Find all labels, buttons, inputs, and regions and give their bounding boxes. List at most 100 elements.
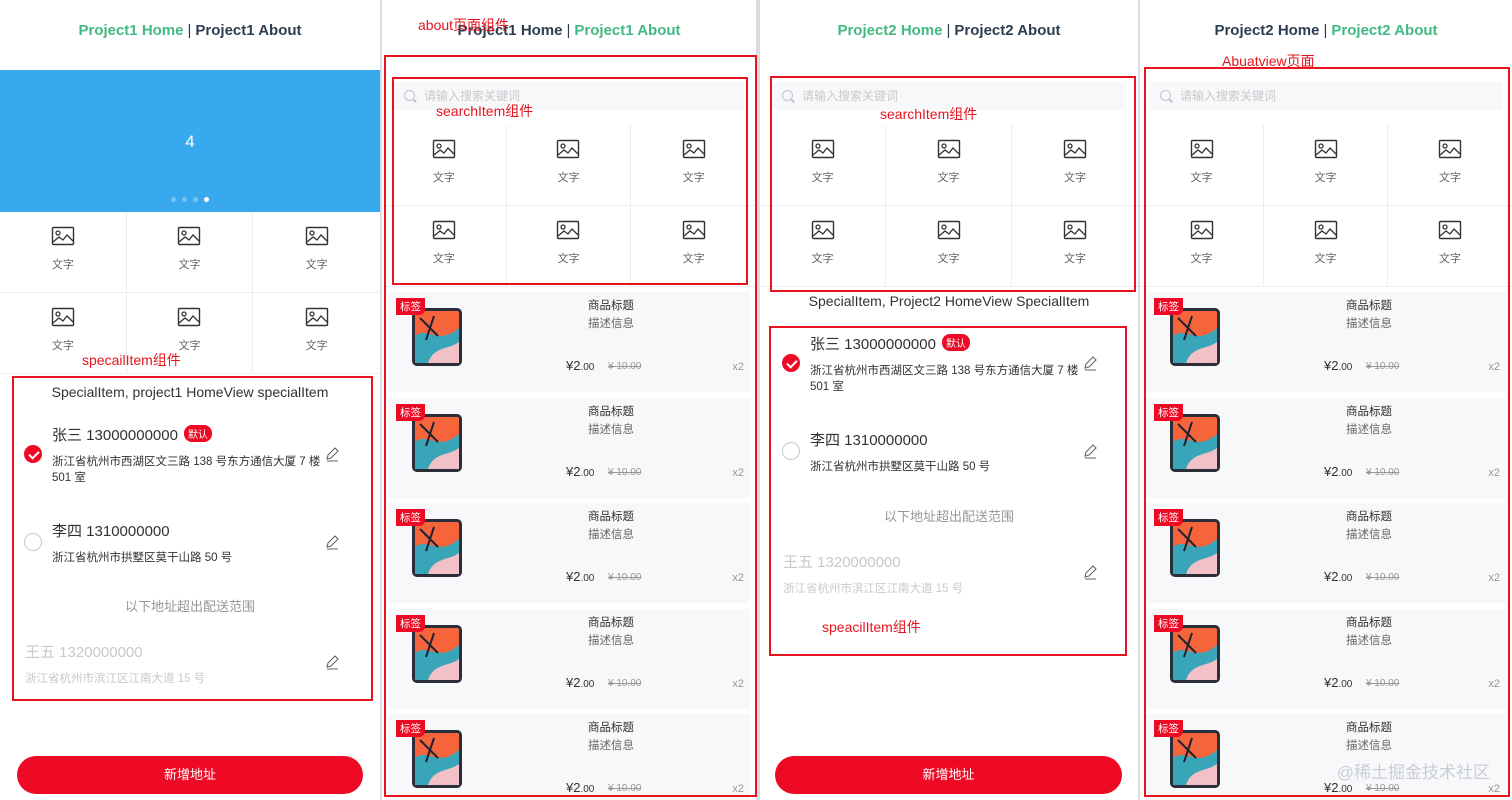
- goods-card[interactable]: 标签 商品标题 描述信息 ¥2.00 ¥ 10.00 x2: [1146, 397, 1506, 498]
- product-desc: 描述信息: [588, 529, 634, 541]
- grid-item[interactable]: 文字: [253, 212, 380, 293]
- grid-item[interactable]: 文字: [1264, 206, 1388, 287]
- goods-card[interactable]: 标签 商品标题 描述信息 ¥2.00 ¥ 10.00 x2: [388, 608, 750, 709]
- nav-separator: |: [946, 22, 951, 39]
- grid-item[interactable]: 文字: [886, 206, 1012, 287]
- goods-card[interactable]: 标签 商品标题 描述信息 ¥2.00 ¥ 10.00 x2: [1146, 608, 1506, 709]
- goods-card[interactable]: 标签 商品标题 描述信息 ¥2.00 ¥ 10.00 x2: [1146, 714, 1506, 800]
- goods-card[interactable]: 标签 商品标题 描述信息 ¥2.00 ¥ 10.00 x2: [388, 503, 750, 603]
- product-image: [408, 306, 466, 368]
- address-item[interactable]: 李四 1310000000 浙江省杭州市拱墅区莫干山路 50 号: [52, 520, 322, 566]
- product-quantity: x2: [732, 572, 744, 584]
- icon-grid: 文字 文字 文字 文字 文字 文字: [382, 125, 756, 287]
- grid-item[interactable]: 文字: [886, 125, 1012, 206]
- photo-icon: [1190, 220, 1214, 240]
- grid-item[interactable]: 文字: [506, 206, 632, 287]
- address-radio-checked[interactable]: [24, 445, 42, 463]
- edit-icon[interactable]: [1082, 355, 1098, 371]
- edit-icon[interactable]: [324, 534, 340, 550]
- address-detail: 浙江省杭州市滨江区江南大道 15 号: [25, 673, 206, 685]
- grid-item-label: 文字: [811, 172, 834, 184]
- swipe-indicator[interactable]: [182, 197, 187, 202]
- product-quantity: x2: [1488, 677, 1500, 690]
- address-radio[interactable]: [24, 533, 42, 551]
- grid-item[interactable]: 文字: [1388, 125, 1512, 206]
- photo-icon: [177, 226, 201, 246]
- edit-icon[interactable]: [324, 654, 340, 670]
- annotation-label: searchItem组件: [436, 103, 534, 119]
- add-address-button[interactable]: 新增地址: [775, 756, 1122, 794]
- nav-separator: |: [566, 22, 571, 39]
- goods-card[interactable]: 标签 商品标题 描述信息 ¥2.00 ¥ 10.00 x2: [1146, 292, 1506, 392]
- search-field[interactable]: 请输入搜索关键词: [1150, 82, 1502, 110]
- nav-home-link[interactable]: Project1 Home: [78, 22, 183, 39]
- edit-icon[interactable]: [1082, 564, 1098, 580]
- swipe-indicator[interactable]: [193, 197, 198, 202]
- address-contact: 王五 1320000000: [783, 554, 901, 571]
- address-detail: 浙江省杭州市拱墅区莫干山路 50 号: [810, 461, 991, 473]
- grid-item[interactable]: 文字: [253, 293, 380, 374]
- grid-item[interactable]: 文字: [382, 206, 507, 287]
- address-item[interactable]: 李四 1310000000 浙江省杭州市拱墅区莫干山路 50 号: [810, 429, 1080, 475]
- product-tag: 标签: [396, 298, 425, 315]
- address-detail: 浙江省杭州市滨江区江南大道 15 号: [783, 583, 964, 595]
- grid-item[interactable]: 文字: [0, 212, 127, 293]
- grid-item-label: 文字: [1064, 253, 1086, 265]
- grid-item[interactable]: 文字: [1012, 125, 1138, 206]
- grid-item[interactable]: 文字: [1012, 206, 1138, 287]
- swipe-indicator-active[interactable]: [204, 197, 209, 202]
- origin-price: ¥ 10.00: [1366, 677, 1400, 689]
- nav-home-link[interactable]: Project2 Home: [837, 22, 942, 39]
- product-image: [1166, 517, 1224, 579]
- goods-card[interactable]: 标签 商品标题 描述信息 ¥2.00 ¥ 10.00 x2: [388, 714, 750, 800]
- product-price: ¥2.00: [566, 358, 594, 373]
- add-address-button[interactable]: 新增地址: [17, 756, 363, 794]
- photo-icon: [432, 139, 456, 159]
- swipe-indicator[interactable]: [171, 197, 176, 202]
- edit-icon[interactable]: [324, 446, 340, 462]
- grid-item[interactable]: 文字: [631, 206, 756, 287]
- nav-home-link[interactable]: Project2 Home: [1214, 22, 1319, 39]
- grid-item[interactable]: 文字: [126, 212, 254, 293]
- address-radio-checked[interactable]: [782, 354, 800, 372]
- product-price: ¥2.00: [1324, 358, 1352, 373]
- goods-card[interactable]: 标签 商品标题 描述信息 ¥2.00 ¥ 10.00 x2: [388, 292, 750, 392]
- grid-item-label: 文字: [682, 253, 705, 265]
- goods-card[interactable]: 标签 商品标题 描述信息 ¥2.00 ¥ 10.00 x2: [388, 397, 750, 498]
- grid-item[interactable]: 文字: [760, 125, 886, 206]
- grid-item[interactable]: 文字: [382, 125, 507, 206]
- photo-icon: [1314, 139, 1338, 159]
- edit-icon[interactable]: [1082, 443, 1098, 459]
- address-detail: 浙江省杭州市拱墅区莫干山路 50 号: [52, 552, 233, 564]
- grid-item[interactable]: 文字: [760, 206, 886, 287]
- goods-card[interactable]: 标签 商品标题 描述信息 ¥2.00 ¥ 10.00 x2: [1146, 503, 1506, 603]
- origin-price: ¥ 10.00: [608, 572, 642, 583]
- address-radio[interactable]: [782, 442, 800, 460]
- address-item[interactable]: 张三 13000000000 默认 浙江省杭州市西湖区文三路 138 号东方通信大…: [52, 424, 322, 486]
- product-price: ¥2.00: [566, 464, 594, 479]
- product-image: [1166, 306, 1224, 368]
- grid-item-label: 文字: [305, 259, 328, 271]
- grid-item[interactable]: 文字: [631, 125, 756, 206]
- grid-item[interactable]: 文字: [1140, 125, 1264, 206]
- product-quantity: x2: [732, 783, 744, 795]
- photo-icon: [937, 139, 961, 159]
- nav-separator: |: [1323, 22, 1328, 39]
- nav-about-link[interactable]: Project1 About: [195, 22, 301, 39]
- photo-icon: [1190, 139, 1214, 159]
- product-title: 商品标题: [1346, 511, 1392, 523]
- photo-icon: [1438, 220, 1462, 240]
- swipe-carousel[interactable]: 4: [0, 70, 380, 212]
- address-item[interactable]: 张三 13000000000 默认 浙江省杭州市西湖区文三路 138 号东方通信大…: [810, 333, 1080, 395]
- nav-about-link[interactable]: Project1 About: [574, 22, 680, 39]
- nav-about-link[interactable]: Project2 About: [954, 22, 1060, 39]
- grid-item[interactable]: 文字: [1388, 206, 1512, 287]
- origin-price: ¥ 10.00: [1366, 572, 1400, 583]
- product-image: [408, 623, 466, 685]
- nav-about-link[interactable]: Project2 About: [1331, 22, 1437, 39]
- grid-item[interactable]: 文字: [1140, 206, 1264, 287]
- icon-grid: 文字 文字 文字 文字 文字 文字: [0, 212, 380, 374]
- grid-item[interactable]: 文字: [506, 125, 632, 206]
- address-contact: 张三 13000000000: [52, 427, 178, 444]
- grid-item[interactable]: 文字: [1264, 125, 1388, 206]
